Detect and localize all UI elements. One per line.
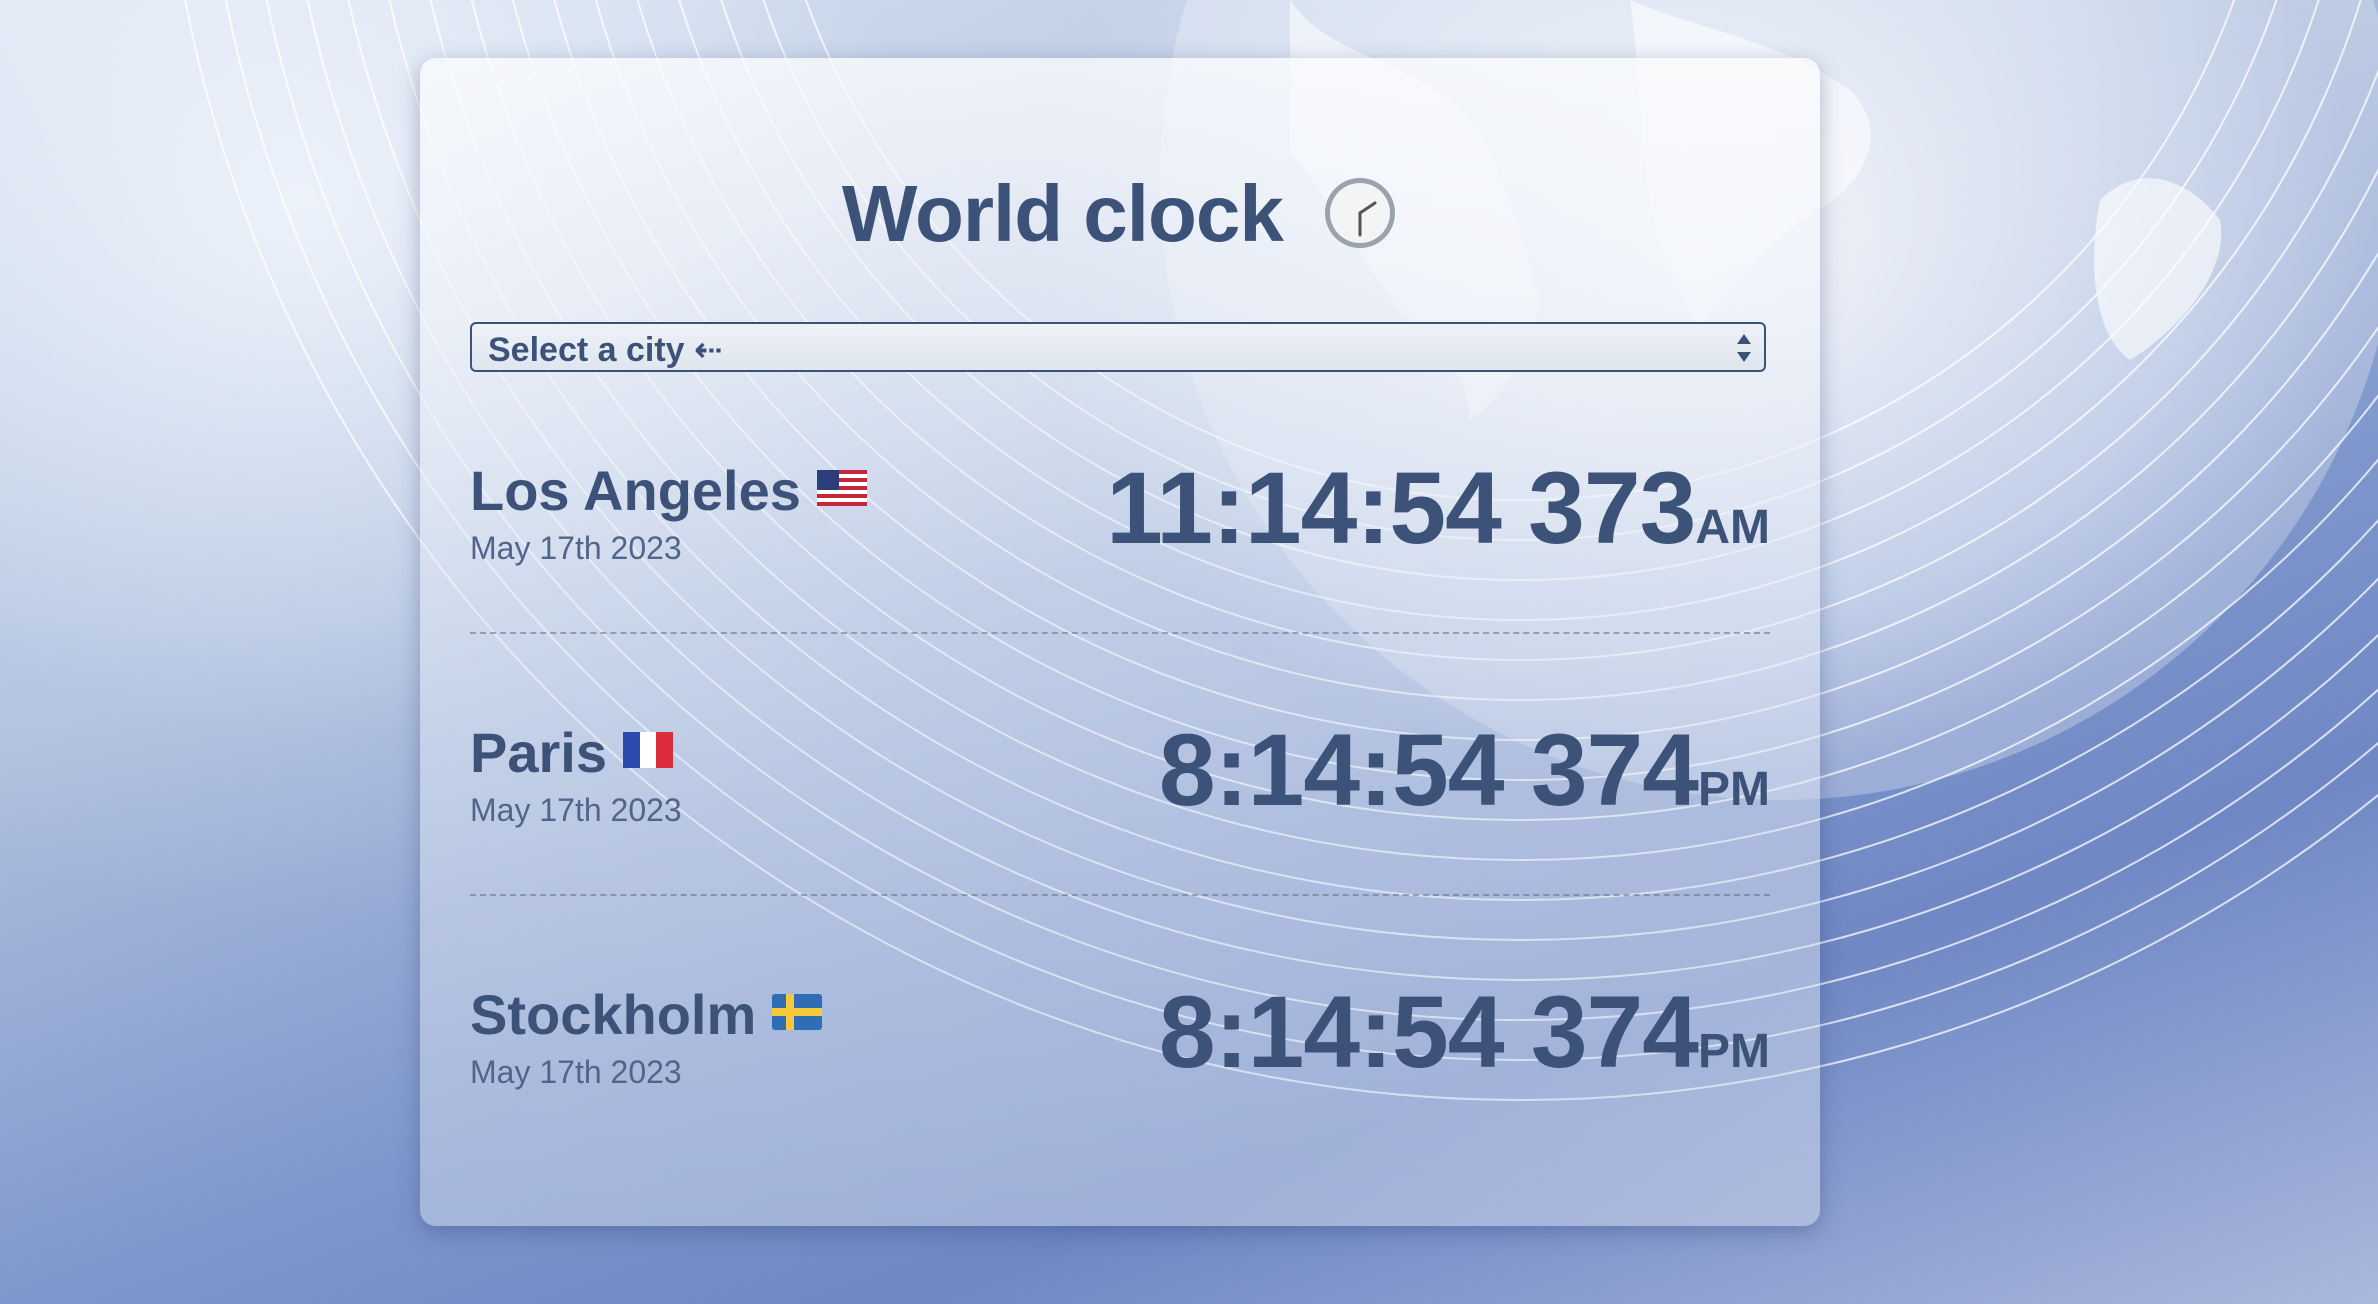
city-select[interactable]: Select a city ⇠ (470, 322, 1766, 372)
city-date: May 17th 2023 (470, 530, 682, 566)
france-flag-icon (623, 716, 673, 781)
city-time: 8:14:54 374PM (1159, 712, 1770, 829)
clock-icon (1322, 175, 1398, 270)
time-period: PM (1698, 1025, 1770, 1078)
city-name-text: Los Angeles (470, 459, 801, 522)
city-name: Los Angeles (470, 454, 867, 523)
clock-row-paris: Paris May 17th 2023 8:14:54 374PM (470, 713, 1770, 956)
city-select-value: Select a city ⇠ (488, 331, 723, 369)
city-name-text: Paris (470, 721, 607, 784)
time-digits: 11:14:54 373 (1106, 451, 1696, 565)
time-period: PM (1698, 763, 1770, 816)
city-name: Stockholm (470, 978, 823, 1047)
clock-row-los-angeles: Los Angeles May 17th 2023 11:14:54 373AM (470, 451, 1770, 694)
city-name-text: Stockholm (470, 983, 757, 1046)
time-period: AM (1695, 501, 1770, 554)
page-title: World clock (420, 168, 1820, 270)
city-time: 11:14:54 373AM (1106, 450, 1770, 567)
city-date: May 17th 2023 (470, 792, 682, 828)
time-digits: 8:14:54 374 (1158, 713, 1699, 827)
row-divider (470, 894, 1770, 896)
row-divider (470, 632, 1770, 634)
world-clock-card: World clock Select a city ⇠ Los Angeles (420, 58, 1820, 1226)
city-date: May 17th 2023 (470, 1054, 682, 1090)
title-text: World clock (841, 169, 1284, 258)
select-arrows-icon (1734, 330, 1754, 366)
sweden-flag-icon (772, 978, 823, 1043)
time-digits: 8:14:54 374 (1158, 975, 1699, 1089)
city-name: Paris (470, 716, 673, 785)
city-time: 8:14:54 374PM (1159, 974, 1770, 1091)
clock-row-stockholm: Stockholm May 17th 2023 8:14:54 374PM (470, 975, 1770, 1218)
us-flag-icon (816, 454, 867, 519)
